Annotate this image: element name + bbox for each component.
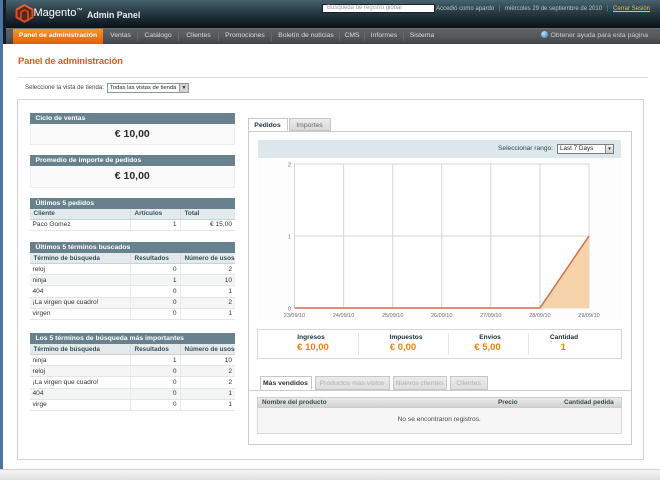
svg-text:25/09/10: 25/09/10 bbox=[382, 313, 403, 319]
svg-text:28/09/10: 28/09/10 bbox=[529, 313, 550, 319]
svg-text:24/09/10: 24/09/10 bbox=[333, 313, 354, 319]
svg-text:0: 0 bbox=[288, 307, 291, 313]
svg-text:26/09/10: 26/09/10 bbox=[431, 313, 452, 319]
svg-text:27/09/10: 27/09/10 bbox=[480, 313, 501, 319]
svg-text:23/09/10: 23/09/10 bbox=[284, 313, 305, 319]
svg-text:29/09/10: 29/09/10 bbox=[578, 313, 599, 319]
svg-text:2: 2 bbox=[288, 163, 291, 169]
svg-text:1: 1 bbox=[288, 235, 291, 241]
